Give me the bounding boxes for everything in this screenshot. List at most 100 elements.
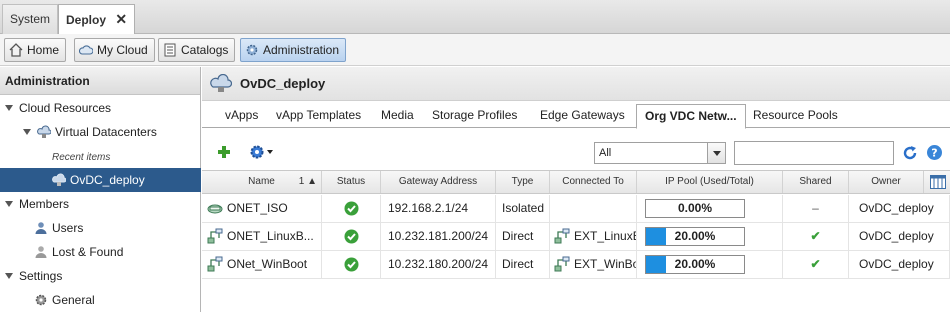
tab-storage-profiles[interactable]: Storage Profiles: [424, 104, 525, 128]
tab-system[interactable]: System: [2, 4, 59, 34]
sidebar-item-ovdc-deploy[interactable]: OvDC_deploy: [0, 168, 201, 192]
column-header-connected[interactable]: Connected To: [550, 171, 637, 193]
close-icon[interactable]: ✕: [115, 11, 127, 27]
table-row[interactable]: ONet_WinBoot 10.232.180.200/24 Direct EX…: [202, 251, 950, 279]
home-label: Home: [27, 43, 60, 57]
main-nav: Home My Cloud Catalogs Administration: [0, 34, 950, 66]
connected-cell: EXT_LinuxBo: [550, 223, 637, 250]
sidebar-item-cloud-resources[interactable]: Cloud Resources: [0, 96, 201, 120]
cloud-icon: [79, 45, 93, 55]
column-header-shared[interactable]: Shared: [783, 171, 849, 193]
chevron-down-icon[interactable]: [707, 143, 725, 163]
sidebar-item-virtual-datacenters[interactable]: Virtual Datacenters: [0, 120, 201, 144]
sidebar-item-general[interactable]: General: [0, 288, 201, 312]
sidebar-item-label: Users: [52, 221, 84, 235]
column-header-label: Name: [248, 176, 275, 187]
sidebar-item-label: General: [52, 293, 95, 307]
network-icon: [207, 256, 223, 272]
ip-pool-bar: 20.00%: [645, 227, 745, 246]
filter-select-value: All: [599, 147, 612, 159]
svg-text:?: ?: [931, 147, 937, 160]
search-input[interactable]: [734, 141, 894, 165]
sidebar-item-label: Cloud Resources: [19, 101, 112, 115]
tab-vapp-templates[interactable]: vApp Templates: [268, 104, 369, 128]
ip-pool-bar: 0.00%: [645, 199, 745, 218]
column-header-status[interactable]: Status: [322, 171, 381, 193]
column-header-pool[interactable]: IP Pool (Used/Total): [637, 171, 783, 193]
tab-resource-pools[interactable]: Resource Pools: [745, 104, 846, 128]
vdc-icon: [52, 173, 66, 186]
ip-pool-fill: [646, 228, 666, 245]
add-icon[interactable]: [217, 145, 231, 159]
network-name[interactable]: ONet_WinBoot: [227, 257, 307, 271]
ip-pool-cell: 20.00%: [637, 251, 783, 278]
connected-network-link[interactable]: EXT_WinBoo: [574, 257, 636, 271]
column-header-gateway[interactable]: Gateway Address: [381, 171, 496, 193]
mycloud-button[interactable]: My Cloud: [74, 38, 155, 62]
help-icon[interactable]: ?: [926, 144, 943, 161]
administration-label: Administration: [263, 43, 340, 57]
filter-select[interactable]: All: [594, 142, 726, 164]
page-header: OvDC_deploy: [202, 67, 950, 101]
user-icon: [35, 222, 47, 234]
gear-icon: [35, 294, 47, 306]
actions-gear-icon[interactable]: [248, 143, 276, 161]
owner-cell: OvDC_deploy: [849, 223, 950, 250]
shared-cell: ✔: [783, 251, 849, 278]
type-cell: Direct: [496, 223, 550, 250]
sub-tab-bar: vApps vApp Templates Media Storage Profi…: [202, 101, 950, 129]
tab-deploy-label: Deploy: [66, 13, 107, 27]
networks-table: Name 1 ▲ Status Gateway Address Type Con…: [202, 170, 950, 312]
expand-icon[interactable]: [5, 201, 13, 207]
expand-icon[interactable]: [5, 273, 13, 279]
network-icon: [207, 204, 223, 214]
table-row[interactable]: ONET_LinuxB... 10.232.181.200/24 Direct …: [202, 223, 950, 251]
column-header-owner[interactable]: Owner: [849, 171, 924, 193]
network-name-cell: ONET_ISO: [202, 195, 322, 222]
gateway-cell: 10.232.181.200/24: [381, 223, 496, 250]
tab-org-vdc-networks[interactable]: Org VDC Netw...: [636, 104, 746, 129]
expand-icon[interactable]: [23, 129, 31, 135]
catalogs-button[interactable]: Catalogs: [158, 38, 236, 62]
sidebar-item-users[interactable]: Users: [0, 216, 201, 240]
network-icon: [554, 228, 570, 244]
top-tab-bar: System Deploy ✕: [0, 0, 950, 35]
column-header-name[interactable]: Name 1 ▲: [202, 171, 322, 193]
page-title: OvDC_deploy: [240, 76, 326, 91]
administration-button[interactable]: Administration: [240, 38, 347, 62]
network-name[interactable]: ONET_ISO: [227, 201, 288, 215]
status-cell: [322, 195, 381, 222]
admin-gear-icon: [246, 44, 258, 56]
sidebar-item-lost-found[interactable]: Lost & Found: [0, 240, 201, 264]
tab-media[interactable]: Media: [373, 104, 422, 128]
refresh-icon[interactable]: [902, 145, 918, 161]
ip-pool-cell: 20.00%: [637, 223, 783, 250]
expand-icon[interactable]: [5, 105, 13, 111]
column-header-type[interactable]: Type: [496, 171, 550, 193]
shared-cell: ✔: [783, 223, 849, 250]
owner-cell: OvDC_deploy: [849, 195, 950, 222]
columns-icon[interactable]: [930, 175, 946, 189]
sidebar-header: Administration: [0, 67, 200, 95]
network-name[interactable]: ONET_LinuxB...: [227, 229, 314, 243]
gateway-cell: 10.232.180.200/24: [381, 251, 496, 278]
catalogs-label: Catalogs: [181, 43, 229, 57]
sidebar: Administration Cloud Resources Virtual D…: [0, 67, 201, 312]
home-icon: [9, 43, 23, 57]
sidebar-item-label: Members: [19, 197, 70, 211]
tab-edge-gateways[interactable]: Edge Gateways: [532, 104, 633, 128]
sidebar-item-members[interactable]: Members: [0, 192, 201, 216]
sidebar-item-settings[interactable]: Settings: [0, 264, 201, 288]
sidebar-item-label: OvDC_deploy: [70, 173, 145, 187]
connected-network-link[interactable]: EXT_LinuxBo: [574, 229, 636, 243]
tab-system-label: System: [10, 12, 51, 26]
status-ok-icon: [344, 201, 359, 216]
home-button[interactable]: Home: [4, 38, 67, 62]
sort-indicator[interactable]: 1 ▲: [299, 171, 317, 193]
vdc-icon: [37, 125, 51, 138]
tab-deploy[interactable]: Deploy ✕: [58, 4, 136, 35]
table-row[interactable]: ONET_ISO 192.168.2.1/24 Isolated 0.00% –…: [202, 195, 950, 223]
tab-vapps[interactable]: vApps: [217, 104, 266, 128]
ip-pool-bar: 20.00%: [645, 255, 745, 274]
status-ok-icon: [344, 257, 359, 272]
